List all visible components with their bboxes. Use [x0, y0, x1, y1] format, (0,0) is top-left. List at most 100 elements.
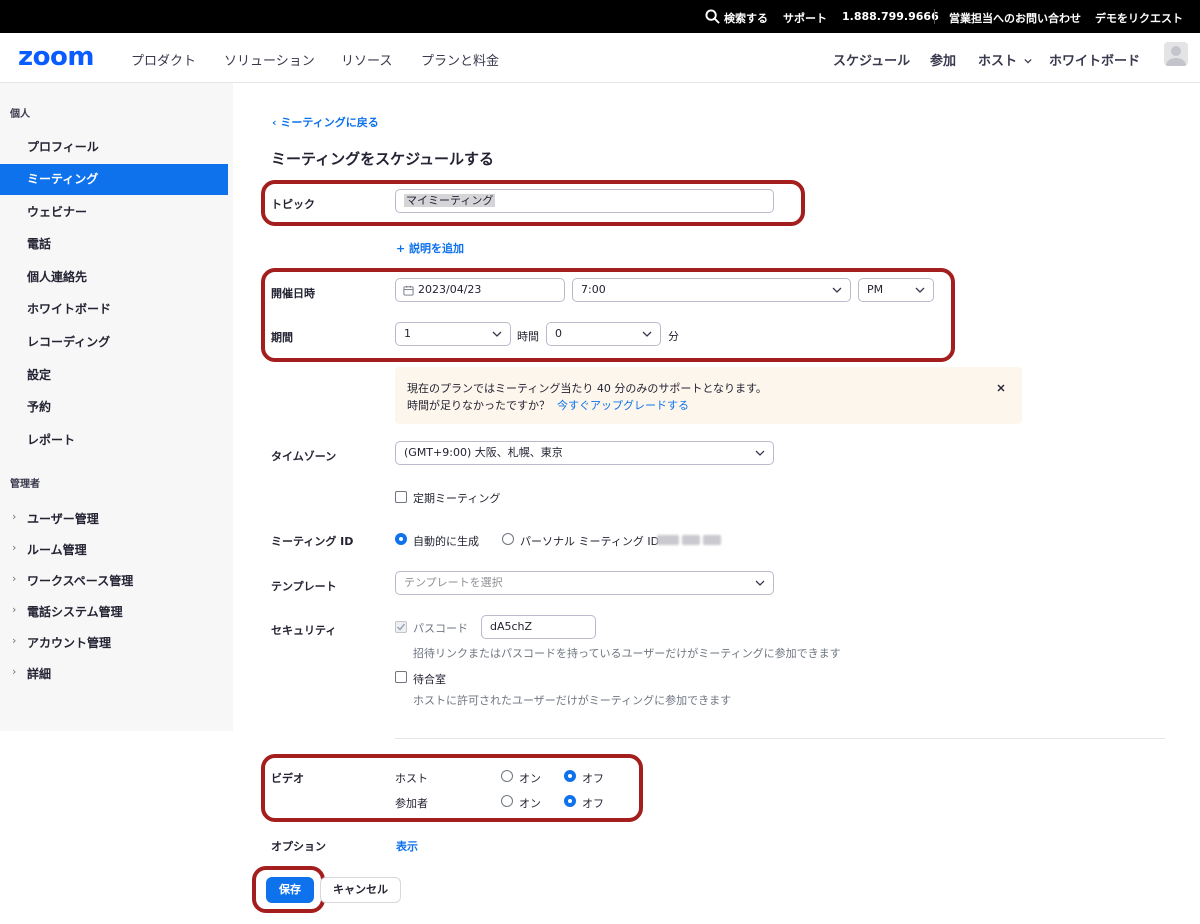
- sidebar-item-scheduler[interactable]: 予約: [0, 392, 228, 423]
- search-icon[interactable]: [705, 9, 720, 24]
- template-select[interactable]: テンプレートを選択: [395, 571, 774, 595]
- page-title: ミーティングをスケジュールする: [271, 150, 495, 168]
- nav-host[interactable]: ホスト: [978, 50, 1032, 69]
- waiting-room-checkbox[interactable]: [395, 671, 407, 683]
- sidebar-item-recordings[interactable]: レコーディング: [0, 327, 228, 358]
- chevron-right-icon: ›: [12, 572, 17, 585]
- video-participant-on-label: オン: [519, 797, 541, 810]
- sidebar-item-meetings[interactable]: ミーティング: [0, 164, 228, 195]
- meeting-id-personal-radio[interactable]: [502, 533, 514, 545]
- user-avatar-icon: [1166, 46, 1186, 66]
- video-label: ビデオ: [271, 772, 304, 785]
- minutes-unit-label: 分: [668, 330, 679, 343]
- ampm-select[interactable]: PM: [858, 278, 934, 302]
- nav-plans-pricing[interactable]: プランと料金: [421, 50, 499, 69]
- contact-sales-link[interactable]: 営業担当へのお問い合わせ: [949, 10, 1081, 26]
- cancel-button[interactable]: キャンセル: [320, 877, 401, 903]
- close-icon[interactable]: [996, 383, 1006, 393]
- nav-solutions[interactable]: ソリューション: [224, 50, 315, 69]
- passcode-label: パスコード: [413, 622, 468, 635]
- avatar[interactable]: [1164, 42, 1188, 66]
- chevron-right-icon: ›: [12, 541, 17, 554]
- passcode-checkbox[interactable]: [395, 621, 407, 633]
- video-host-label: ホスト: [395, 772, 428, 785]
- sidebar-item-account-management[interactable]: アカウント管理: [27, 634, 111, 651]
- sidebar-item-whiteboards[interactable]: ホワイトボード: [0, 294, 228, 325]
- plan-limit-notice: 現在のプランではミーティング当たり 40 分のみのサポートとなります。 時間が足…: [395, 367, 1022, 424]
- video-host-on-label: オン: [519, 772, 541, 785]
- redacted-id-part: [682, 535, 700, 545]
- upgrade-link[interactable]: 今すぐアップグレードする: [557, 397, 689, 413]
- header: zoom プロダクト ソリューション リソース プランと料金 スケジュール 参加…: [0, 33, 1200, 83]
- passcode-hint: 招待リンクまたはパスコードを持っているユーザーだけがミーティングに参加できます: [413, 647, 841, 660]
- duration-hours-select[interactable]: 1: [395, 322, 511, 346]
- sidebar-item-advanced[interactable]: 詳細: [27, 665, 51, 682]
- nav-join[interactable]: 参加: [930, 50, 956, 69]
- top-bar: 検索する サポート 1.888.799.9666 営業担当へのお問い合わせ デモ…: [0, 0, 1200, 33]
- date-input[interactable]: 2023/04/23: [395, 278, 565, 302]
- duration-minutes-value: 0: [555, 327, 562, 340]
- search-link[interactable]: 検索する: [724, 10, 768, 26]
- sidebar-item-profile[interactable]: プロフィール: [0, 132, 228, 163]
- meeting-id-personal-label: パーソナル ミーティング ID: [520, 535, 660, 548]
- recurring-checkbox[interactable]: [395, 491, 407, 503]
- duration-hours-value: 1: [404, 327, 411, 340]
- video-host-off-label: オフ: [582, 772, 604, 785]
- chevron-down-icon: [755, 580, 765, 586]
- recurring-label: 定期ミーティング: [413, 492, 501, 505]
- chevron-down-icon: [642, 331, 652, 337]
- time-value: 7:00: [581, 283, 606, 296]
- chevron-right-icon: ›: [12, 665, 17, 678]
- sidebar-item-personal-contacts[interactable]: 個人連絡先: [0, 262, 228, 293]
- video-host-off-radio[interactable]: [564, 770, 576, 782]
- video-host-on-radio[interactable]: [501, 770, 513, 782]
- passcode-input[interactable]: dA5chZ: [481, 615, 596, 639]
- security-label: セキュリティ: [271, 624, 337, 637]
- duration-minutes-select[interactable]: 0: [546, 322, 661, 346]
- add-description-link[interactable]: + 説明を追加: [396, 240, 464, 256]
- chevron-down-icon: [755, 450, 765, 456]
- zoom-logo[interactable]: zoom: [18, 42, 94, 72]
- support-link[interactable]: サポート: [783, 10, 827, 26]
- nav-products[interactable]: プロダクト: [131, 50, 196, 69]
- options-show-link[interactable]: 表示: [396, 838, 418, 854]
- time-select[interactable]: 7:00: [572, 278, 851, 302]
- meeting-id-auto-radio[interactable]: [395, 533, 407, 545]
- hours-unit-label: 時間: [517, 330, 539, 343]
- redacted-id-part: [657, 535, 679, 545]
- save-button[interactable]: 保存: [266, 877, 314, 903]
- video-participant-on-radio[interactable]: [501, 795, 513, 807]
- request-demo-link[interactable]: デモをリクエスト: [1095, 10, 1183, 26]
- sidebar-item-phone[interactable]: 電話: [0, 229, 228, 260]
- timezone-label: タイムゾーン: [271, 450, 337, 463]
- sidebar-item-settings[interactable]: 設定: [0, 360, 228, 391]
- video-participant-label: 参加者: [395, 797, 428, 810]
- passcode-value: dA5chZ: [490, 620, 533, 633]
- sidebar-heading-personal: 個人: [10, 109, 30, 120]
- plus-icon: +: [396, 242, 410, 255]
- nav-resources[interactable]: リソース: [341, 50, 392, 69]
- meeting-id-label: ミーティング ID: [271, 535, 354, 548]
- chevron-down-icon: [1023, 58, 1032, 64]
- nav-host-label: ホスト: [978, 54, 1018, 69]
- sidebar-item-phone-system-management[interactable]: 電話システム管理: [27, 603, 123, 620]
- nav-schedule[interactable]: スケジュール: [833, 50, 910, 69]
- chevron-right-icon: ›: [12, 510, 17, 523]
- template-label: テンプレート: [271, 580, 337, 593]
- template-placeholder: テンプレートを選択: [404, 576, 503, 589]
- topic-label: トピック: [271, 198, 315, 211]
- timezone-select[interactable]: (GMT+9:00) 大阪、札幌、東京: [395, 441, 774, 465]
- phone-link[interactable]: 1.888.799.9666: [842, 10, 939, 23]
- date-value: 2023/04/23: [418, 283, 482, 296]
- video-participant-off-radio[interactable]: [564, 795, 576, 807]
- sidebar-item-webinars[interactable]: ウェビナー: [0, 197, 228, 228]
- ampm-value: PM: [867, 283, 884, 296]
- nav-whiteboard[interactable]: ホワイトボード: [1049, 50, 1140, 69]
- sidebar-item-workspace-management[interactable]: ワークスペース管理: [27, 572, 133, 589]
- back-to-meetings-link[interactable]: ‹ ミーティングに戻る: [272, 114, 379, 130]
- sidebar-item-user-management[interactable]: ユーザー管理: [27, 510, 99, 527]
- sidebar-item-room-management[interactable]: ルーム管理: [27, 541, 87, 558]
- sidebar-item-reports[interactable]: レポート: [0, 425, 228, 456]
- topic-input[interactable]: マイミーティング: [395, 189, 774, 213]
- when-label: 開催日時: [271, 287, 315, 300]
